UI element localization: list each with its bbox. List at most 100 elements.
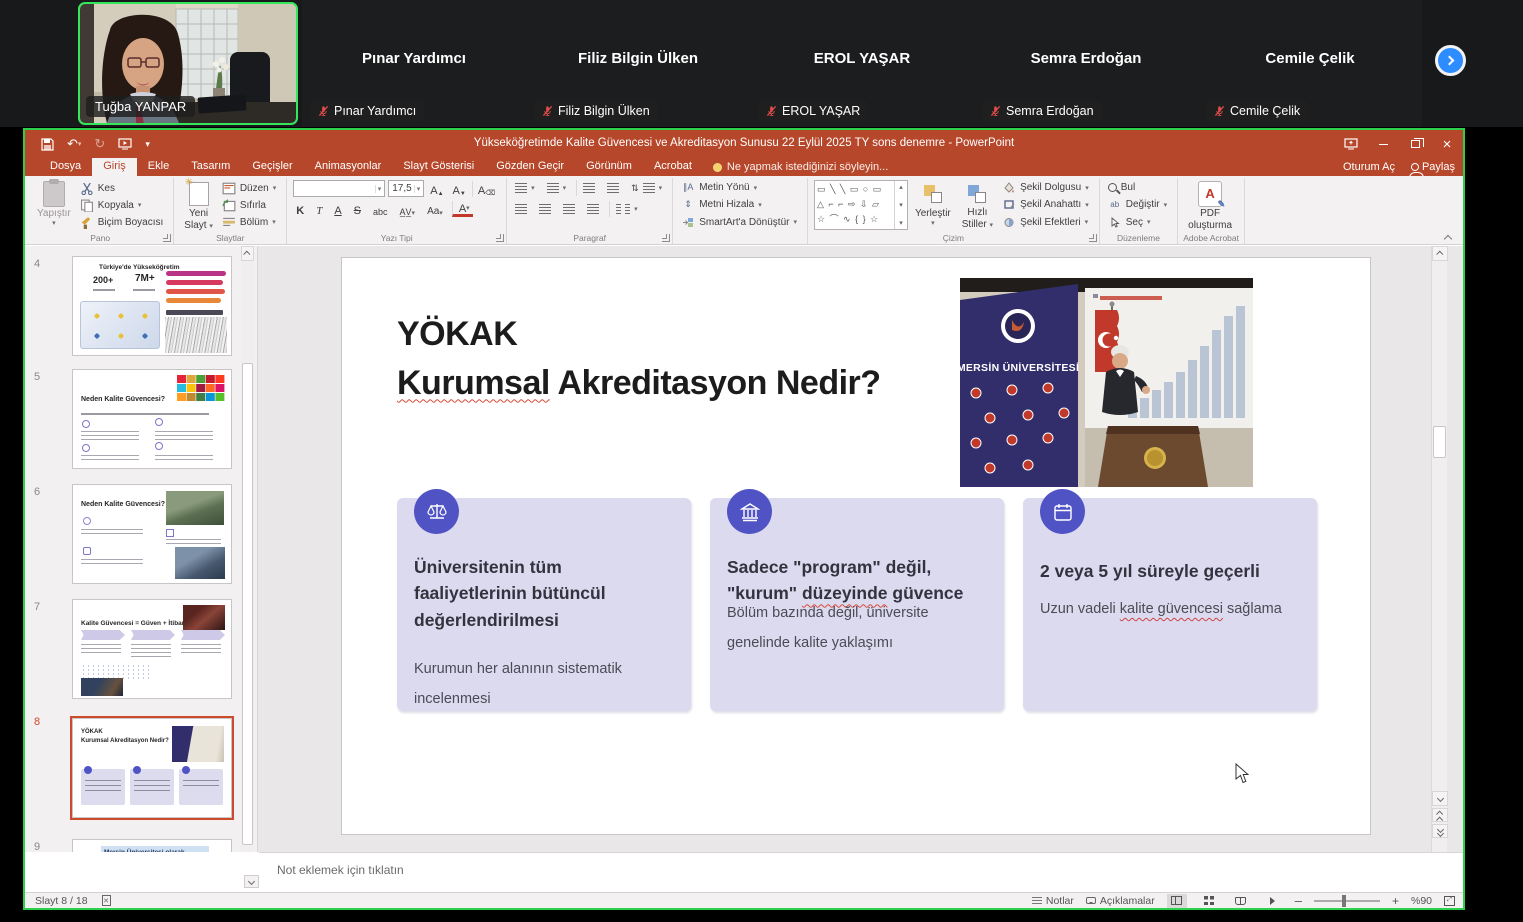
zoom-slider[interactable] [1314,900,1380,902]
arrange-button[interactable]: Yerleştir▾ [911,180,955,230]
reading-view-button[interactable] [1231,894,1251,908]
card-holistic-evaluation[interactable]: Üniversitenin tüm faaliyetlerinin bütünc… [397,498,691,711]
gallery-scroll-arrows[interactable]: ▴▾▾ [894,181,907,229]
slideshow-view-button[interactable] [1263,894,1283,908]
align-center-button[interactable] [537,201,553,217]
shape-fill-button[interactable]: Şekil Dolgusu▾ [1000,180,1091,195]
scroll-up-button[interactable] [241,246,254,261]
pdf-create-button[interactable]: A PDF oluşturma [1184,180,1236,230]
zoom-in-button[interactable]: + [1392,894,1399,908]
zoom-slider-thumb[interactable] [1342,895,1346,907]
conference-photo[interactable]: MERSİN ÜNİVERSİTESİ [960,278,1253,487]
section-button[interactable]: Bölüm▾ [220,214,278,230]
zoom-out-button[interactable]: – [1295,893,1302,908]
quick-styles-button[interactable]: Hızlı Stiller ▾ [958,180,997,230]
tab-giris[interactable]: Giriş [92,158,137,176]
convert-smartart-button[interactable]: SmartArt'a Dönüştür▾ [679,215,799,230]
line-spacing-button[interactable]: ⇅▾ [629,180,664,196]
video-tile-participant-2[interactable]: Filiz Bilgin Ülken Filiz Bilgin Ülken [526,0,750,127]
previous-slide-button[interactable] [1432,808,1448,822]
character-spacing-button[interactable]: A̲V̲▾ [397,201,419,217]
scrollbar-thumb[interactable] [242,363,253,845]
numbering-button[interactable]: ▾ [545,180,569,196]
slide-title[interactable]: YÖKAK Kurumsal Akreditasyon Nedir? [397,310,881,409]
increase-indent-button[interactable] [605,180,621,196]
font-dialog-launcher[interactable] [496,234,504,242]
new-slide-button[interactable]: Yeni Slayt ▾ [180,180,217,230]
scrollbar-thumb[interactable] [1433,426,1446,458]
video-tile-participant-3[interactable]: EROL YAŞAR EROL YAŞAR [750,0,974,127]
thumbnail-slide-7[interactable]: Kalite Güvencesi = Güven + İtibar [72,599,232,699]
thumbnail-slide-5[interactable]: Neden Kalite Güvencesi? [72,369,232,469]
tab-acrobat[interactable]: Acrobat [643,158,703,176]
change-case-button[interactable]: Aa▾ [424,201,446,217]
align-left-button[interactable] [513,201,529,217]
zoom-level[interactable]: %90 [1411,895,1432,907]
align-text-button[interactable]: ⇕ Metni Hizala▾ [679,197,799,212]
pano-dialog-launcher[interactable] [163,234,171,242]
find-button[interactable]: Bul [1106,180,1169,195]
vertical-scrollbar[interactable] [1431,246,1447,852]
font-name-combo[interactable]: ▾ [293,180,385,197]
tab-gozden-gecir[interactable]: Gözden Geçir [485,158,575,176]
spellcheck-icon[interactable]: ✕ [102,895,111,906]
tab-ekle[interactable]: Ekle [137,158,180,176]
presenter-display-icon[interactable] [1335,130,1367,158]
tell-me-box[interactable]: Ne yapmak istediğinizi söyleyin... [703,158,898,176]
text-shadow-button[interactable]: abc [370,201,391,217]
scroll-down-button[interactable] [1432,791,1448,806]
reset-button[interactable]: Sıfırla [220,197,278,213]
collapse-ribbon-button[interactable] [1445,233,1453,241]
font-size-combo[interactable]: 17,5▾ [388,180,424,197]
close-button[interactable]: × [1431,130,1463,158]
thumbnail-slide-9[interactable]: Mersin Üniversitesi olarak Hedefimiz YÖK… [72,839,232,852]
next-participants-button[interactable] [1435,45,1466,76]
card-validity-period[interactable]: 2 veya 5 yıl süreyle geçerli Uzun vadeli… [1023,498,1317,711]
normal-view-button[interactable] [1167,894,1187,908]
next-slide-button[interactable] [1432,824,1448,838]
text-direction-button[interactable]: ∥A Metin Yönü▾ [679,180,799,195]
fit-slide-button[interactable]: ⤢ [1444,896,1455,906]
justify-button[interactable] [585,201,601,217]
shapes-gallery[interactable]: ▭ ╲ ╲ ▭ ○ ▭ △ ⌐ ⌐ ⇨ ⇩ ▱ ☆ ⌒ ∿ { } ☆ ▴▾▾ [814,180,908,230]
bullets-button[interactable]: ▾ [513,180,537,196]
drawing-dialog-launcher[interactable] [1089,234,1097,242]
tab-gecisler[interactable]: Geçişler [241,158,303,176]
format-painter-button[interactable]: Biçim Boyacısı [78,214,166,230]
replace-button[interactable]: ab Değiştir▾ [1106,197,1169,212]
customize-qat-icon[interactable]: ▾ [145,139,150,150]
shrink-font-button[interactable]: A▼ [450,181,469,197]
video-tile-active-speaker[interactable]: Tuğba YANPAR [78,2,298,125]
video-tile-participant-1[interactable]: Pınar Yardımcı Pınar Yardımcı [302,0,526,127]
copy-button[interactable]: Kopyala▾ [78,197,166,213]
tab-slayt-gosterisi[interactable]: Slayt Gösterisi [392,158,485,176]
video-tile-participant-5[interactable]: Cemile Çelik Cemile Çelik [1198,0,1422,127]
grow-font-button[interactable]: A▲ [427,181,446,197]
thumbnail-slide-8-selected[interactable]: YÖKAK Kurumsal Akreditasyon Nedir? [72,718,232,818]
notes-toggle[interactable]: Notlar [1032,895,1074,907]
tab-gorunum[interactable]: Görünüm [575,158,643,176]
thumbnail-slide-6[interactable]: Neden Kalite Güvencesi? [72,484,232,584]
tab-animasyonlar[interactable]: Animasyonlar [304,158,393,176]
paragraph-dialog-launcher[interactable] [662,234,670,242]
thumbnail-scrollbar[interactable] [241,246,254,852]
select-button[interactable]: Seç▾ [1106,215,1169,230]
decrease-indent-button[interactable] [576,180,597,196]
columns-button[interactable]: ▾ [609,201,640,217]
video-tile-participant-4[interactable]: Semra Erdoğan Semra Erdoğan [974,0,1198,127]
clear-formatting-button[interactable]: A⌫ [472,181,498,197]
cut-button[interactable]: Kes [78,180,166,196]
shape-outline-button[interactable]: Şekil Anahattı▾ [1000,197,1091,212]
sign-in-link[interactable]: Oturum Aç [1343,161,1395,173]
slide-canvas[interactable]: YÖKAK Kurumsal Akreditasyon Nedir? [342,258,1370,834]
font-color-button[interactable]: A▾ [452,201,473,217]
strikethrough-button[interactable]: S [351,201,364,217]
undo-icon[interactable]: ↶▾ [67,136,81,152]
notes-pane[interactable]: Not eklemek için tıklatın [259,852,1463,892]
thumbnail-slide-4[interactable]: Türkiye'de Yükseköğretim 200+ 7M+ [72,256,232,356]
card-institution-level[interactable]: Sadece "program" değil, "kurum" düzeyind… [710,498,1004,711]
underline-button[interactable]: A [331,201,344,217]
shape-effects-button[interactable]: Şekil Efektleri▾ [1000,215,1091,230]
layout-button[interactable]: Düzen▾ [220,180,278,196]
collapse-thumbnails-button[interactable] [244,875,259,888]
